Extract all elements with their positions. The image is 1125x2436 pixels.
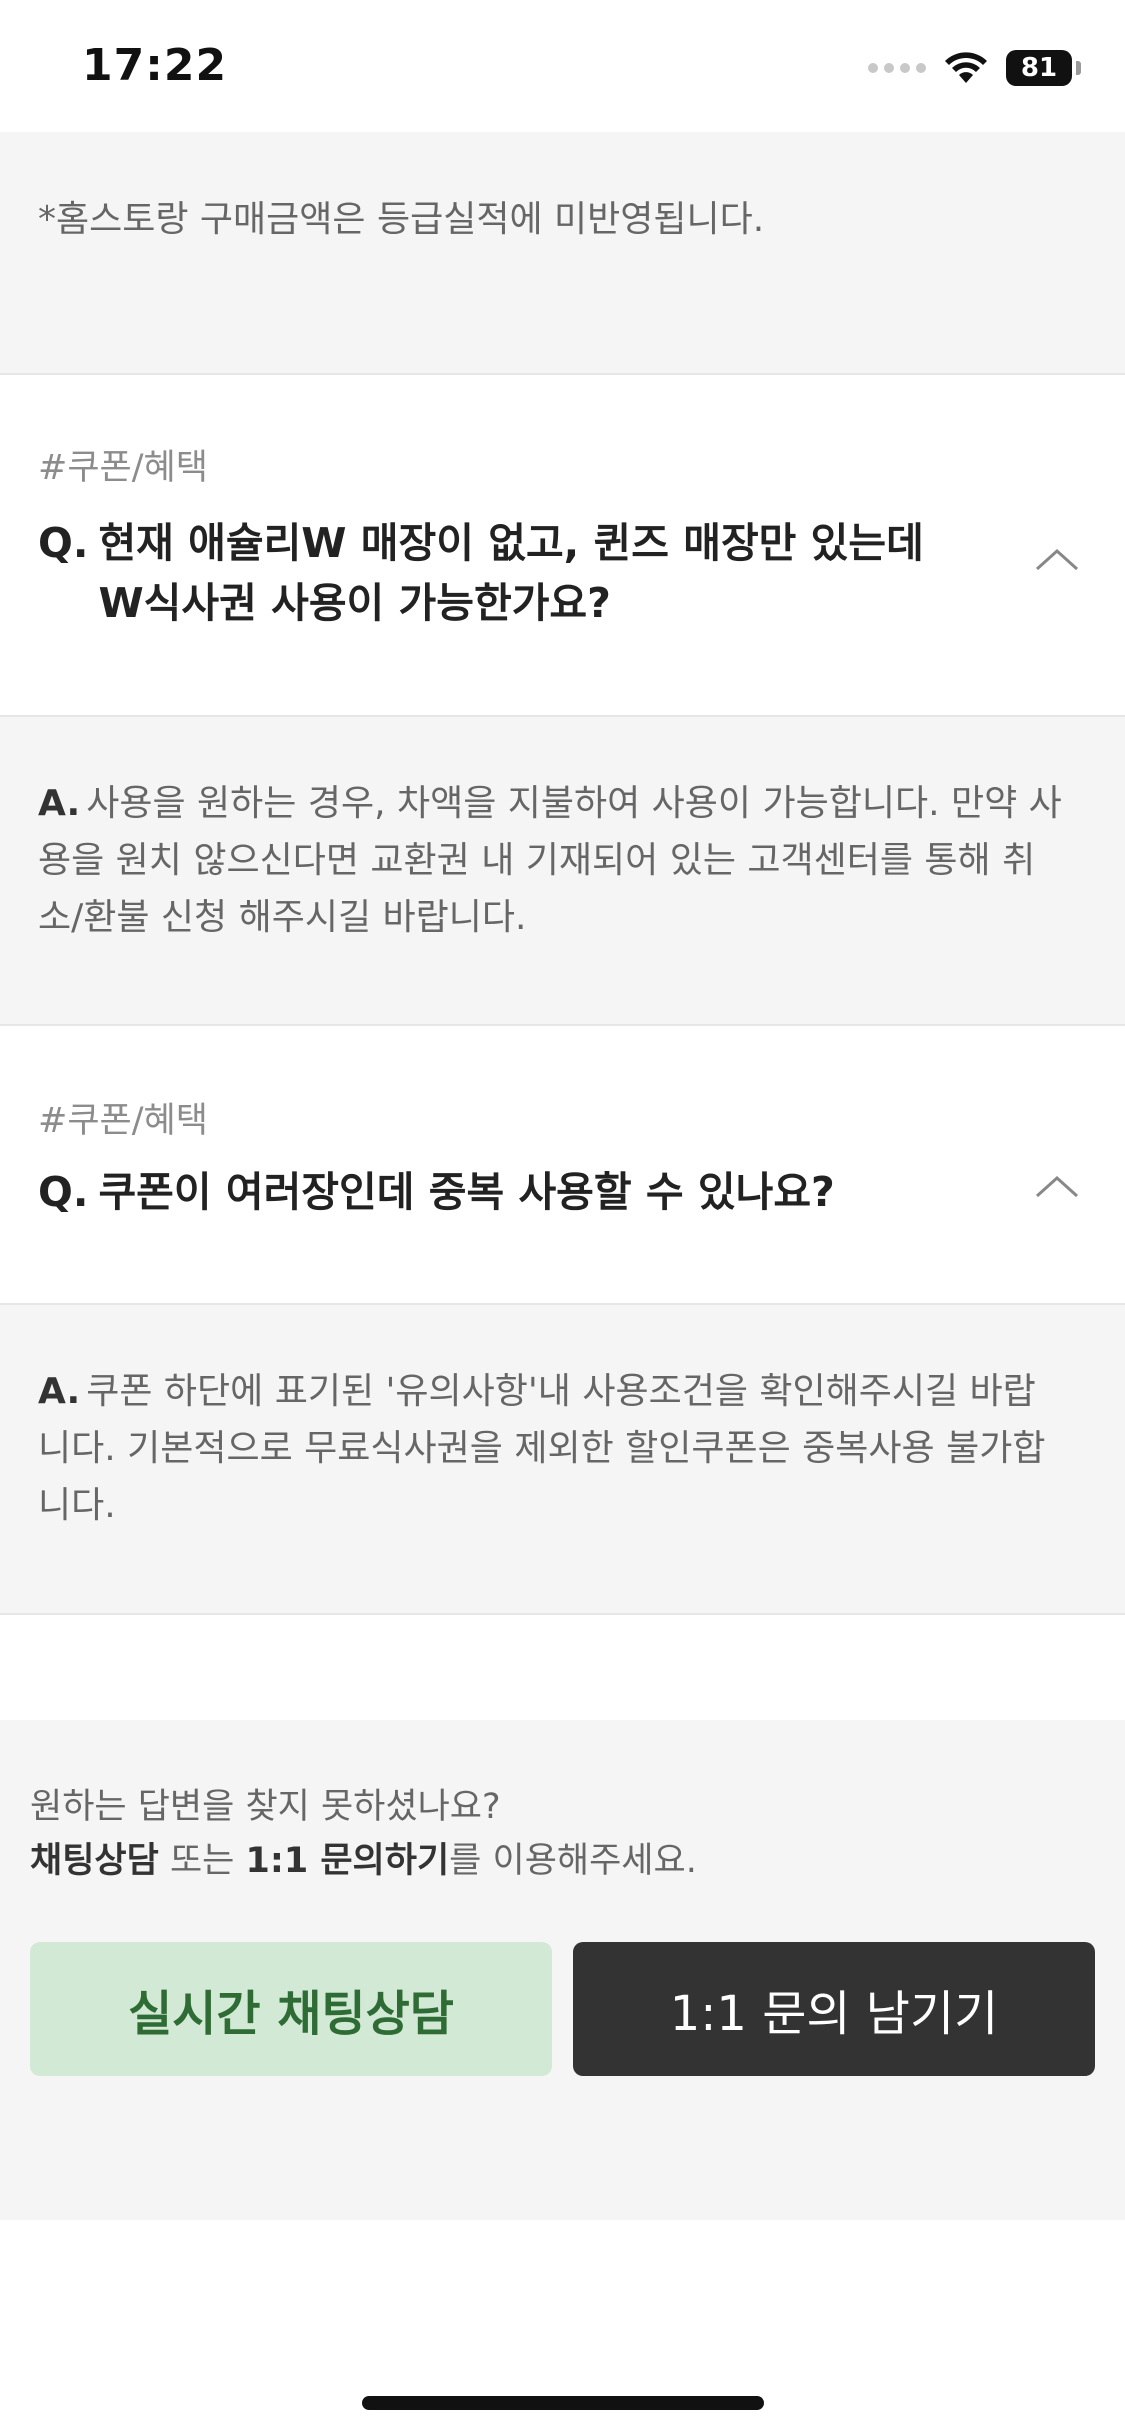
inquiry-button[interactable]: 1:1 문의 남기기 [573, 1942, 1095, 2076]
help-prompt: 원하는 답변을 찾지 못하셨나요? [30, 1787, 501, 1827]
question-prefix: Q. [38, 519, 89, 567]
faq-question-row[interactable]: #쿠폰/혜택 Q. 쿠폰이 여러장인데 중복 사용할 수 있나요? [0, 1026, 1125, 1305]
faq-answer-block: A. 쿠폰 하단에 표기된 '유의사항'내 사용조건을 확인해주시길 바랍니다. … [0, 1305, 1125, 1615]
help-or-text: 또는 [158, 1841, 246, 1881]
chevron-up-icon[interactable] [1029, 539, 1085, 579]
question-text: 현재 애슐리W 매장이 없고, 퀸즈 매장만 있는데 W식사권 사용이 가능한가… [98, 519, 924, 627]
help-block: 원하는 답변을 찾지 못하셨나요? 채팅상담 또는 1:1 문의하기를 이용해주… [0, 1720, 1125, 2220]
home-indicator[interactable] [362, 2396, 764, 2410]
help-inquiry-label: 1:1 문의하기 [245, 1841, 450, 1881]
battery-cap [1076, 61, 1081, 75]
faq-answer: A. 사용을 원하는 경우, 차액을 지불하여 사용이 가능합니다. 만약 사용을… [38, 775, 1068, 946]
faq-question: Q. 쿠폰이 여러장인데 중복 사용할 수 있나요? [38, 1162, 958, 1222]
answer-text: 사용을 원하는 경우, 차액을 지불하여 사용이 가능합니다. 만약 사용을 원… [38, 783, 1062, 938]
notice-text: *홈스토랑 구매금액은 등급실적에 미반영됩니다. [38, 199, 765, 240]
faq-tag: #쿠폰/혜택 [38, 1101, 208, 1141]
answer-text: 쿠폰 하단에 표기된 '유의사항'내 사용조건을 확인해주시길 바랍니다. 기본… [38, 1371, 1046, 1526]
status-time: 17:22 [82, 40, 228, 91]
live-chat-button[interactable]: 실시간 채팅상담 [30, 1942, 552, 2076]
faq-answer-block: A. 사용을 원하는 경우, 차액을 지불하여 사용이 가능합니다. 만약 사용을… [0, 717, 1125, 1026]
signal-dots-icon [868, 63, 926, 73]
question-prefix: Q. [38, 1168, 89, 1216]
battery-icon: 81 [1006, 50, 1072, 86]
notice-block: *홈스토랑 구매금액은 등급실적에 미반영됩니다. [0, 132, 1125, 375]
chevron-up-icon[interactable] [1029, 1166, 1085, 1206]
help-chat-label: 채팅상담 [30, 1841, 159, 1881]
question-text: 쿠폰이 여러장인데 중복 사용할 수 있나요? [98, 1168, 835, 1216]
help-suffix: 를 이용해주세요. [449, 1841, 697, 1881]
help-guide: 채팅상담 또는 1:1 문의하기를 이용해주세요. [30, 1832, 697, 1883]
faq-question: Q. 현재 애슐리W 매장이 없고, 퀸즈 매장만 있는데 W식사권 사용이 가… [38, 513, 958, 633]
battery-level: 81 [1020, 53, 1058, 83]
answer-prefix: A. [38, 783, 81, 824]
answer-prefix: A. [38, 1371, 81, 1412]
faq-answer: A. 쿠폰 하단에 표기된 '유의사항'내 사용조건을 확인해주시길 바랍니다. … [38, 1363, 1068, 1534]
status-bar: 17:22 81 [0, 0, 1125, 132]
faq-tag: #쿠폰/혜택 [38, 448, 208, 488]
faq-question-row[interactable]: #쿠폰/혜택 Q. 현재 애슐리W 매장이 없고, 퀸즈 매장만 있는데 W식사… [0, 377, 1125, 717]
wifi-icon [945, 52, 987, 83]
status-icons: 81 [868, 48, 1081, 88]
